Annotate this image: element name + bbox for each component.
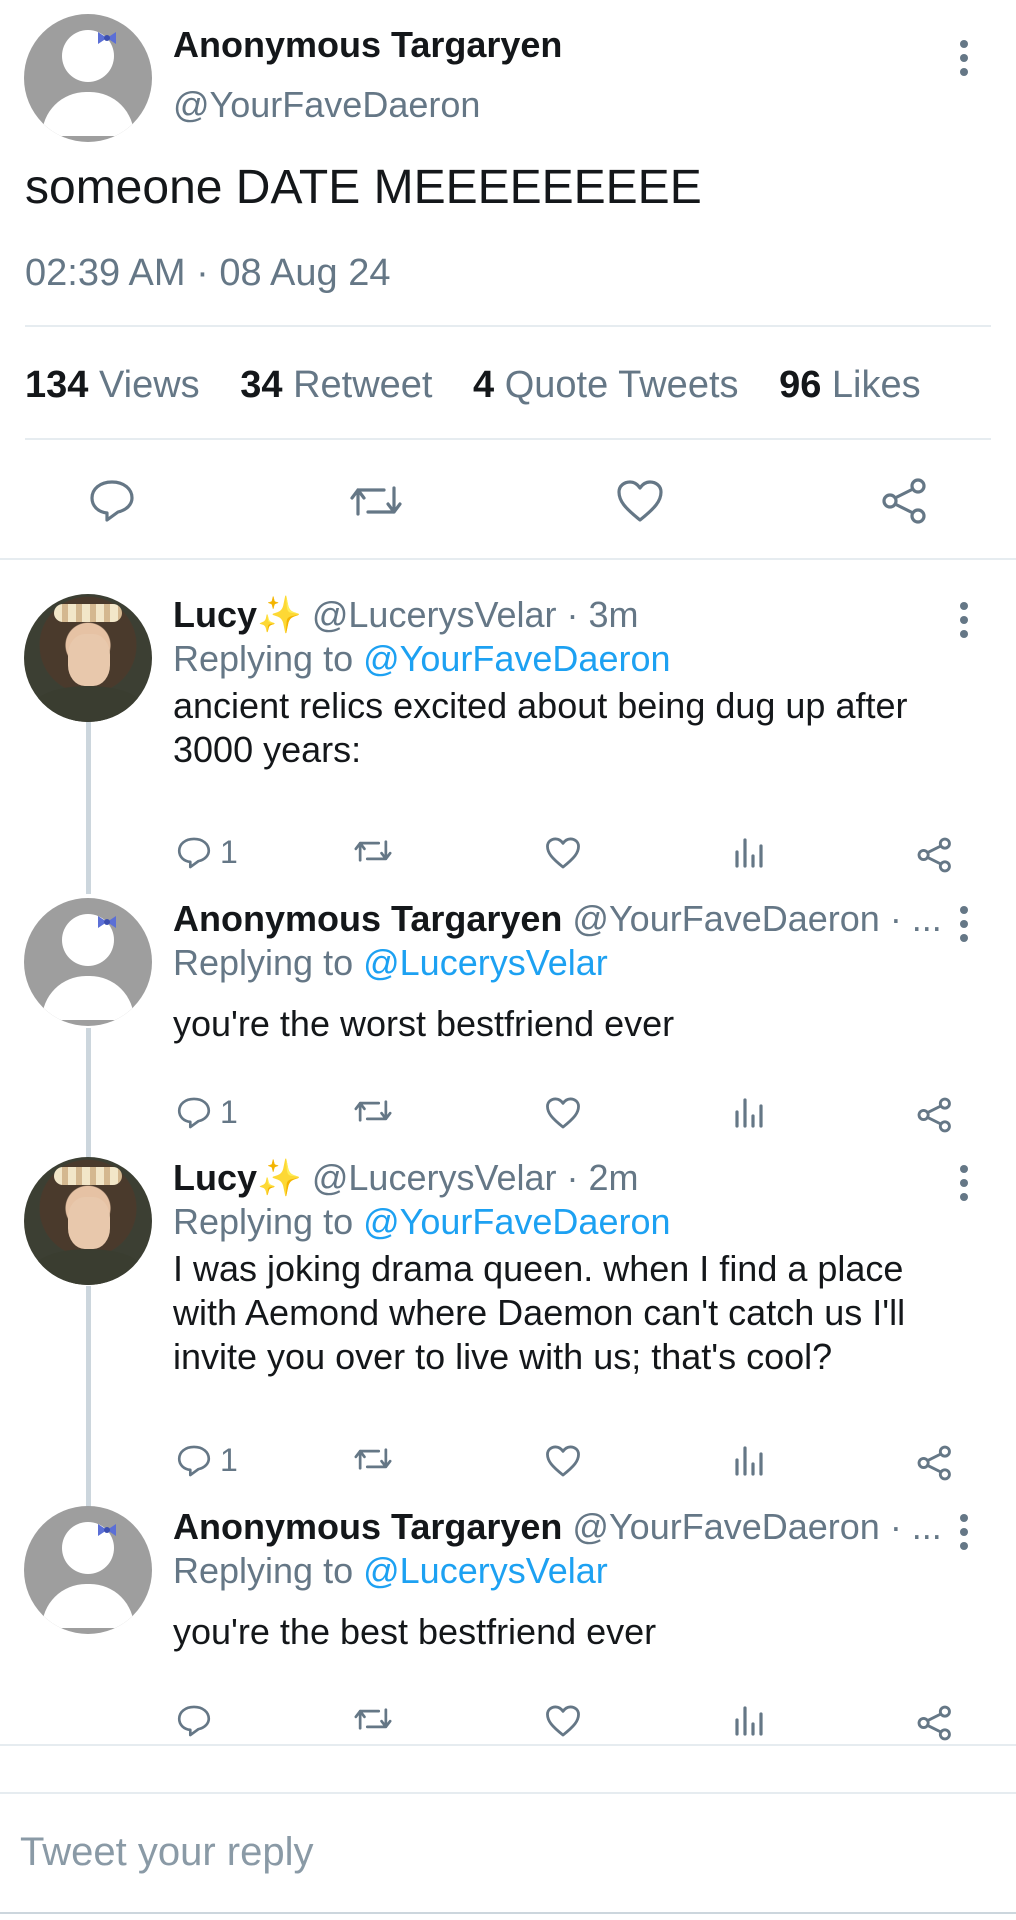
bow-icon bbox=[98, 1524, 116, 1536]
stat-likes[interactable]: 96 Likes bbox=[779, 364, 921, 406]
reply-tweet[interactable]: Lucy✨ @LucerysVelar · 3m Replying to @Yo… bbox=[0, 594, 1016, 874]
replying-to-link[interactable]: @YourFaveDaeron bbox=[363, 638, 670, 679]
reply-count: 1 bbox=[220, 834, 238, 870]
bow-icon bbox=[98, 32, 116, 44]
reply-author-name[interactable]: Lucy✨ bbox=[173, 594, 302, 635]
reply-meta: @YourFaveDaeron · ... bbox=[562, 898, 942, 939]
avatar[interactable] bbox=[24, 594, 152, 722]
more-options-icon[interactable] bbox=[960, 1514, 970, 1556]
share-icon[interactable] bbox=[916, 1704, 954, 1742]
replying-to: Replying to @LucerysVelar bbox=[173, 942, 608, 983]
main-tweet: Anonymous Targaryen @YourFaveDaeron some… bbox=[0, 0, 1016, 560]
reply-count: 1 bbox=[220, 1094, 238, 1130]
divider bbox=[25, 325, 991, 327]
divider bbox=[0, 1744, 1016, 1746]
like-icon[interactable] bbox=[615, 478, 665, 524]
reply-tweet[interactable]: Lucy✨ @LucerysVelar · 2m Replying to @Yo… bbox=[0, 1157, 1016, 1457]
like-icon[interactable] bbox=[544, 1444, 582, 1478]
share-icon[interactable] bbox=[916, 1444, 954, 1482]
replying-to: Replying to @LucerysVelar bbox=[173, 1550, 608, 1591]
retweet-icon[interactable] bbox=[353, 1444, 393, 1474]
bow-icon bbox=[98, 916, 116, 928]
reply-composer bbox=[0, 1792, 1016, 1920]
reply-meta: @LucerysVelar · 3m bbox=[301, 594, 639, 635]
analytics-icon[interactable] bbox=[733, 1096, 765, 1128]
divider bbox=[0, 1912, 1016, 1914]
replying-to-link[interactable]: @LucerysVelar bbox=[363, 942, 608, 983]
reply-icon[interactable] bbox=[176, 1704, 212, 1738]
reply-tweet[interactable]: Anonymous Targaryen @YourFaveDaeron · ..… bbox=[0, 1506, 1016, 1726]
more-options-icon[interactable] bbox=[960, 1165, 970, 1207]
more-options-icon[interactable] bbox=[960, 40, 970, 82]
reply-text: I was joking drama queen. when I find a … bbox=[173, 1248, 906, 1377]
share-icon[interactable] bbox=[916, 836, 954, 874]
avatar[interactable] bbox=[24, 898, 152, 1026]
share-icon[interactable] bbox=[880, 476, 930, 526]
divider bbox=[25, 438, 991, 440]
avatar[interactable] bbox=[24, 1506, 152, 1634]
avatar[interactable] bbox=[24, 14, 152, 142]
reply-tweet[interactable]: Anonymous Targaryen @YourFaveDaeron · ..… bbox=[0, 898, 1016, 1118]
share-icon[interactable] bbox=[916, 1096, 954, 1134]
replying-to-link[interactable]: @YourFaveDaeron bbox=[363, 1201, 670, 1242]
reply-text: you're the best bestfriend ever bbox=[173, 1611, 657, 1652]
retweet-icon[interactable] bbox=[353, 836, 393, 866]
reply-icon[interactable] bbox=[176, 1444, 212, 1478]
replying-to: Replying to @YourFaveDaeron bbox=[173, 1201, 671, 1242]
avatar[interactable] bbox=[24, 1157, 152, 1285]
tweet-timestamp: 02:39 AM · 08 Aug 24 bbox=[25, 252, 391, 294]
analytics-icon[interactable] bbox=[733, 1444, 765, 1476]
stat-views[interactable]: 134 Views bbox=[25, 364, 200, 406]
analytics-icon[interactable] bbox=[733, 1704, 765, 1736]
like-icon[interactable] bbox=[544, 836, 582, 870]
reply-author-name[interactable]: Anonymous Targaryen bbox=[173, 898, 562, 939]
reply-meta: @YourFaveDaeron · ... bbox=[562, 1506, 942, 1547]
more-options-icon[interactable] bbox=[960, 602, 970, 644]
stat-quote-tweets[interactable]: 4 Quote Tweets bbox=[473, 364, 738, 406]
more-options-icon[interactable] bbox=[960, 906, 970, 948]
like-icon[interactable] bbox=[544, 1704, 582, 1738]
reply-author-name[interactable]: Anonymous Targaryen bbox=[173, 1506, 562, 1547]
retweet-icon[interactable] bbox=[348, 480, 404, 522]
tweet-stats: 134 Views 34 Retweet 4 Quote Tweets 96 L… bbox=[25, 364, 951, 407]
author-name[interactable]: Anonymous Targaryen bbox=[173, 24, 562, 66]
analytics-icon[interactable] bbox=[733, 836, 765, 868]
reply-author-name[interactable]: Lucy✨ bbox=[173, 1157, 302, 1198]
tweet-reply-input[interactable] bbox=[20, 1822, 980, 1882]
replying-to-link[interactable]: @LucerysVelar bbox=[363, 1550, 608, 1591]
reply-meta: @LucerysVelar · 2m bbox=[301, 1157, 639, 1198]
stat-retweets[interactable]: 34 Retweet bbox=[240, 364, 432, 406]
tweet-text: someone DATE MEEEEEEEEE bbox=[25, 161, 702, 214]
replying-to: Replying to @YourFaveDaeron bbox=[173, 638, 671, 679]
reply-icon[interactable] bbox=[88, 478, 136, 524]
reply-icon[interactable] bbox=[176, 1096, 212, 1130]
reply-count: 1 bbox=[220, 1442, 238, 1478]
reply-text: ancient relics excited about being dug u… bbox=[173, 685, 908, 770]
retweet-icon[interactable] bbox=[353, 1704, 393, 1734]
divider bbox=[0, 558, 1016, 560]
reply-text: you're the worst bestfriend ever bbox=[173, 1003, 675, 1044]
author-handle[interactable]: @YourFaveDaeron bbox=[173, 84, 480, 126]
retweet-icon[interactable] bbox=[353, 1096, 393, 1126]
reply-icon[interactable] bbox=[176, 836, 212, 870]
like-icon[interactable] bbox=[544, 1096, 582, 1130]
